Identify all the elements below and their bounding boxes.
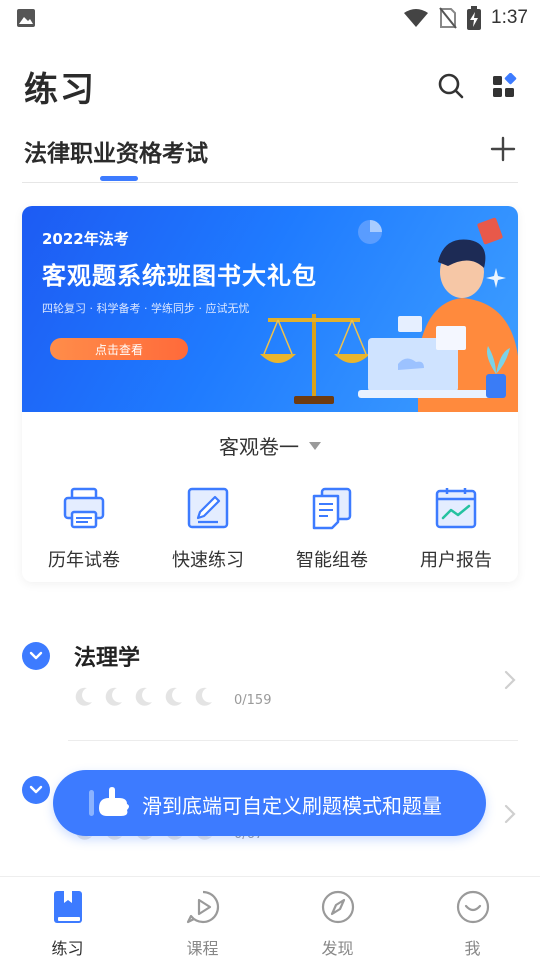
apps-icon[interactable]: [492, 73, 518, 99]
compass-icon: [321, 890, 354, 924]
report-chart-icon: [435, 488, 477, 529]
wifi-icon: [404, 9, 429, 27]
divider: [68, 740, 518, 741]
nav-tab-practice[interactable]: 练习: [18, 877, 118, 960]
paper-selector-label: 客观卷一: [219, 434, 299, 459]
tool-quick-practice[interactable]: 快速练习: [153, 486, 263, 576]
collapse-toggle[interactable]: [22, 642, 50, 670]
chevron-down-icon: [29, 651, 43, 660]
banner-cta-button[interactable]: 点击查看: [50, 338, 188, 360]
swipe-hand-icon: [89, 787, 129, 816]
smile-icon: [456, 890, 489, 924]
battery-charging-icon: [467, 6, 482, 30]
chevron-down-icon: [29, 785, 43, 794]
nav-label: 我: [464, 939, 481, 958]
plus-icon[interactable]: [490, 136, 516, 162]
tool-smart-paper[interactable]: 智能组卷: [277, 486, 387, 576]
promo-banner[interactable]: 2022年法考 客观题系统班图书大礼包 四轮复习 · 科学备考 · 学练同步 ·…: [22, 206, 518, 412]
edit-icon: [187, 487, 229, 529]
nav-label: 发现: [321, 939, 354, 958]
moon-icon: [135, 687, 152, 706]
moon-icon: [105, 687, 122, 706]
dropdown-caret-icon: [309, 442, 321, 450]
nav-label: 练习: [51, 939, 84, 958]
nav-tab-courses[interactable]: 课程: [153, 877, 253, 960]
printer-icon: [63, 487, 105, 529]
no-sim-icon: [439, 7, 457, 29]
subject-name: 法理学: [74, 646, 141, 671]
banner-illustration: [260, 217, 518, 412]
tool-past-papers[interactable]: 历年试卷: [29, 486, 139, 576]
exam-tab-indicator: [100, 176, 138, 181]
mastery-rating: [74, 686, 214, 706]
chevron-right-icon: [504, 670, 516, 690]
tool-user-report[interactable]: 用户报告: [401, 486, 511, 576]
nav-label: 课程: [186, 939, 219, 958]
header: 练习: [0, 56, 540, 116]
tool-grid: 历年试卷 快速练习 智能组卷 用户报告: [22, 486, 518, 576]
book-icon: [53, 891, 82, 923]
collapse-toggle[interactable]: [22, 776, 50, 804]
tool-label: 历年试卷: [48, 550, 120, 571]
scroll-hint-toast: 滑到底端可自定义刷题模式和题量: [53, 770, 486, 836]
page-title: 练习: [24, 69, 96, 110]
status-time: 1:37: [491, 7, 528, 28]
moon-icon: [195, 687, 212, 706]
banner-tag: 2022年法考: [42, 230, 129, 248]
nav-tab-me[interactable]: 我: [423, 877, 523, 960]
moon-icon: [165, 687, 182, 706]
status-bar: 1:37: [0, 0, 540, 36]
play-circle-icon: [186, 890, 219, 924]
exam-tab-current[interactable]: 法律职业资格考试: [24, 134, 208, 168]
tool-label: 用户报告: [420, 550, 492, 571]
subject-progress: 0/159: [234, 693, 272, 708]
tool-label: 智能组卷: [296, 550, 368, 571]
search-icon[interactable]: [438, 73, 464, 99]
documents-icon: [312, 487, 352, 530]
banner-subtitle: 四轮复习 · 科学备考 · 学练同步 · 应试无忧: [42, 302, 250, 315]
tool-label: 快速练习: [172, 550, 244, 571]
practice-card: 2022年法考 客观题系统班图书大礼包 四轮复习 · 科学备考 · 学练同步 ·…: [22, 206, 518, 582]
bottom-nav: 练习 课程 发现 我: [0, 876, 540, 960]
exam-tab-bar: 法律职业资格考试: [22, 128, 518, 183]
nav-tab-discover[interactable]: 发现: [288, 877, 388, 960]
image-icon: [17, 9, 35, 27]
chevron-right-icon: [504, 804, 516, 824]
paper-selector[interactable]: 客观卷一: [22, 428, 518, 462]
moon-icon: [75, 687, 92, 706]
toast-text: 滑到底端可自定义刷题模式和题量: [142, 794, 442, 818]
